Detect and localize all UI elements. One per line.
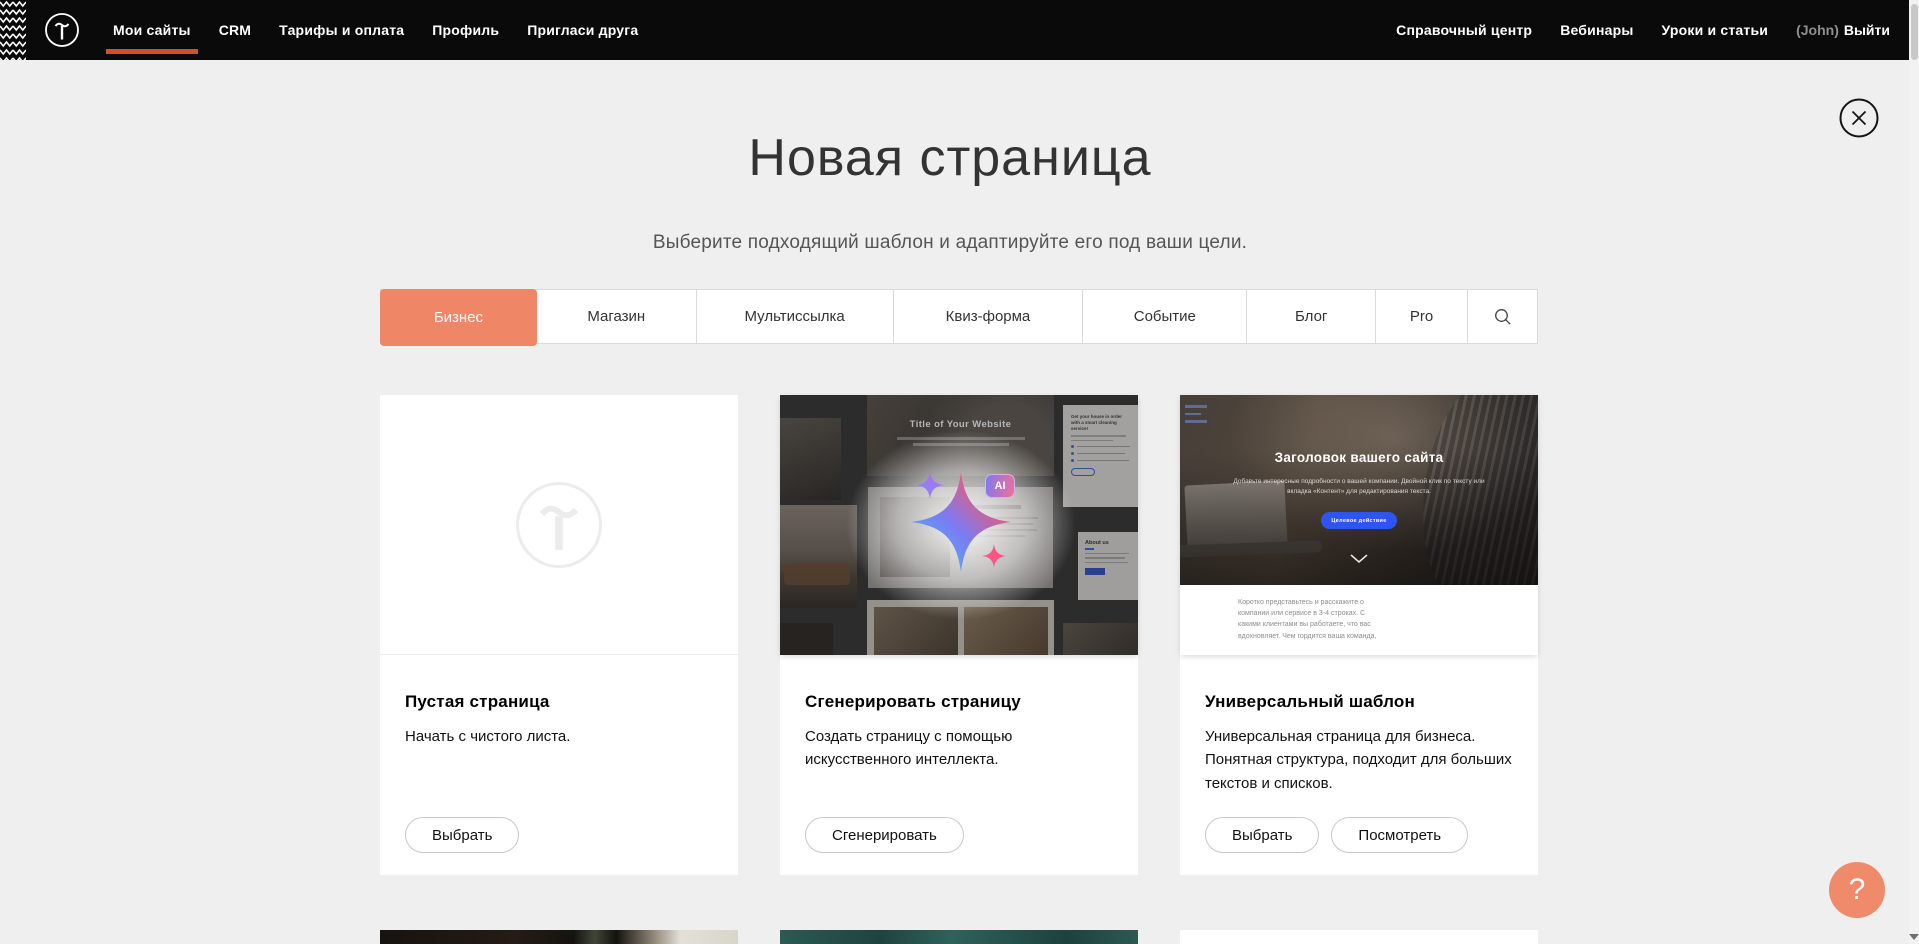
tab-shop[interactable]: Магазин — [537, 290, 697, 343]
card-description: Создать страницу с помощью искусственног… — [805, 725, 1085, 772]
card-body: Сгенерировать страницу Создать страницу … — [780, 655, 1138, 875]
template-intro-section: Коротко представьтесь и расскажите о ком… — [1180, 585, 1538, 655]
template-card-ai-generate: Title of Your Website Get your house in … — [780, 395, 1138, 875]
help-button[interactable]: ? — [1829, 862, 1885, 918]
new-page-screen: Мои сайты CRM Тарифы и оплата Профиль Пр… — [0, 0, 1919, 944]
user-logout[interactable]: (John) Выйти — [1796, 22, 1890, 38]
tab-search[interactable] — [1468, 290, 1537, 343]
choose-button[interactable]: Выбрать — [405, 817, 519, 853]
card-body: Универсальный шаблон Универсальная стран… — [1180, 655, 1538, 875]
nav-lessons[interactable]: Уроки и статьи — [1662, 22, 1769, 38]
nav-profile[interactable]: Профиль — [432, 22, 499, 38]
scrollbar-thumb[interactable] — [1911, 4, 1918, 60]
template-intro-text: Коротко представьтесь и расскажите о ком… — [1238, 597, 1386, 644]
template-card-blank-page: Пустая страница Начать с чистого листа. … — [380, 395, 738, 875]
nav-crm[interactable]: CRM — [219, 22, 251, 38]
close-icon — [1839, 98, 1879, 138]
ai-sparkle-pink-icon — [982, 544, 1006, 568]
card-title: Универсальный шаблон — [1205, 655, 1513, 712]
close-button[interactable] — [1839, 98, 1879, 138]
tab-business[interactable]: Бизнес — [380, 289, 537, 346]
template-hero-subtitle: Добавьте интересные подробности о вашей … — [1229, 477, 1489, 497]
zigzag-pattern — [0, 0, 26, 60]
template-card-universal: Заголовок вашего сайта Добавьте интересн… — [1180, 395, 1538, 875]
scrollbar — [1909, 0, 1919, 944]
nav-my-sites[interactable]: Мои сайты — [113, 22, 191, 38]
nav-invite-friend[interactable]: Пригласи друга — [527, 22, 638, 38]
hero-photo-desk — [1180, 540, 1322, 557]
chevron-down-icon — [1350, 554, 1368, 563]
card-description: Универсальная страница для бизнеса. Поня… — [1205, 725, 1513, 795]
template-card-partial[interactable] — [780, 930, 1138, 944]
choose-button[interactable]: Выбрать — [1205, 817, 1319, 853]
hero-menu-lines — [1185, 405, 1207, 428]
template-cta-button: Целевое действие — [1321, 512, 1397, 529]
card-body: Пустая страница Начать с чистого листа. … — [380, 655, 738, 875]
template-hero: Заголовок вашего сайта Добавьте интересн… — [1180, 395, 1538, 585]
tilda-logo[interactable] — [44, 12, 80, 48]
tab-multilink[interactable]: Мультиссылка — [697, 290, 894, 343]
nav-help-center[interactable]: Справочный центр — [1396, 22, 1532, 38]
question-mark-icon: ? — [1849, 873, 1866, 907]
nav-tariffs[interactable]: Тарифы и оплата — [279, 22, 404, 38]
tab-pro[interactable]: Pro — [1376, 290, 1468, 343]
page-title: Новая страница — [0, 128, 1900, 188]
page-subtitle: Выберите подходящий шаблон и адаптируйте… — [0, 232, 1900, 254]
ai-badge: AI — [985, 474, 1015, 498]
user-name: (John) — [1796, 22, 1839, 38]
card-title: Пустая страница — [405, 655, 713, 712]
card-actions: Выбрать — [405, 817, 519, 853]
card-actions: Выбрать Посмотреть — [1205, 817, 1468, 853]
view-button[interactable]: Посмотреть — [1331, 817, 1468, 853]
universal-template-preview[interactable]: Заголовок вашего сайта Добавьте интересн… — [1180, 395, 1538, 655]
header: Мои сайты CRM Тарифы и оплата Профиль Пр… — [0, 0, 1919, 60]
tab-event[interactable]: Событие — [1083, 290, 1247, 343]
scrollbar-down-arrow[interactable] — [1909, 932, 1919, 942]
template-card-partial[interactable] — [1180, 930, 1538, 944]
tab-blog[interactable]: Блог — [1247, 290, 1376, 343]
main-nav: Мои сайты CRM Тарифы и оплата Профиль Пр… — [113, 22, 638, 38]
card-actions: Сгенерировать — [805, 817, 964, 853]
logout-label: Выйти — [1844, 22, 1890, 38]
tilda-watermark-icon — [514, 480, 604, 570]
tab-quiz-form[interactable]: Квиз-форма — [894, 290, 1084, 343]
tilda-logo-icon — [44, 12, 80, 48]
search-icon — [1494, 308, 1512, 326]
template-hero-title: Заголовок вашего сайта — [1180, 450, 1538, 465]
blank-page-preview[interactable] — [380, 395, 738, 655]
card-description: Начать с чистого листа. — [405, 725, 713, 748]
secondary-nav: Справочный центр Вебинары Уроки и статьи… — [1396, 22, 1890, 38]
template-category-tabs: Бизнес Магазин Мультиссылка Квиз-форма С… — [380, 289, 1538, 344]
nav-webinars[interactable]: Вебинары — [1560, 22, 1633, 38]
template-card-partial[interactable] — [380, 930, 738, 944]
ai-generate-preview[interactable]: Title of Your Website Get your house in … — [780, 395, 1138, 655]
card-title: Сгенерировать страницу — [805, 655, 1113, 712]
generate-button[interactable]: Сгенерировать — [805, 817, 964, 853]
